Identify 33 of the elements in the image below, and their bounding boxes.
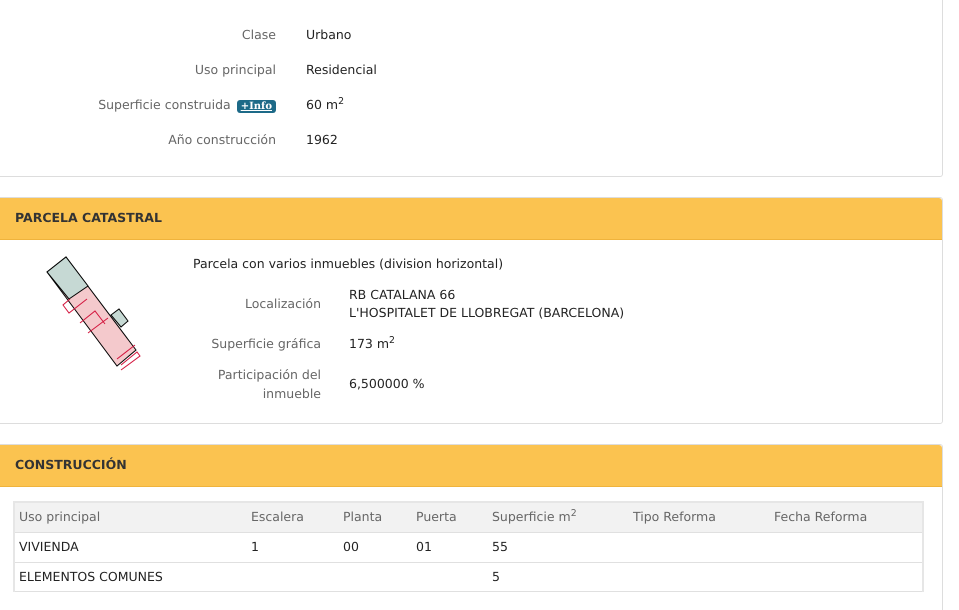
column-header: Fecha Reforma: [770, 503, 922, 532]
field-value: Residencial: [305, 61, 377, 80]
table-cell: 5: [492, 568, 500, 584]
field-value: 173 m$^{2}$: [349, 335, 395, 353]
field-label: Año construcción: [168, 132, 276, 148]
field-label: Localización: [244, 294, 322, 313]
field-value: L'HOSPITALET DE LLOBREGAT (BARCELONA): [349, 304, 624, 322]
column-header: Escalera: [247, 503, 339, 532]
table-cell: 1: [251, 538, 259, 554]
field-value: 6,500000 %: [349, 375, 424, 394]
field-value: Urbano: [305, 26, 352, 44]
table-cell: ELEMENTOS COMUNES: [19, 568, 163, 584]
field-label: Superficie gráfica: [210, 335, 322, 353]
field-value: 60 m$^{2}$: [305, 96, 344, 114]
field-label: Participación del inmueble: [216, 366, 322, 402]
table-cell: 55: [492, 538, 508, 554]
info-badge[interactable]: +Info: [236, 100, 276, 114]
table-cell: VIVIENDA: [19, 538, 79, 554]
column-header: Uso principal: [15, 503, 247, 532]
field-label: Clase: [242, 27, 276, 42]
column-header: Planta: [339, 503, 412, 532]
column-header: Tipo Reforma: [629, 503, 770, 532]
table-cell: 00: [343, 538, 359, 554]
section-header: PARCELA CATASTRAL: [0, 198, 942, 240]
column-header: Puerta: [412, 503, 488, 532]
field-label: Superficie construida: [98, 97, 231, 112]
field-value: 1962: [305, 131, 338, 150]
column-header: Superficie m$^{2}$: [488, 503, 629, 532]
field-label: Uso principal: [194, 62, 276, 78]
field-value: RB CATALANA 66: [349, 286, 456, 304]
parcel-description: Parcela con varios inmuebles (division horizontal): [193, 254, 504, 273]
section-header: CONSTRUCCIÓN: [0, 445, 942, 487]
table-cell: 01: [416, 538, 432, 554]
